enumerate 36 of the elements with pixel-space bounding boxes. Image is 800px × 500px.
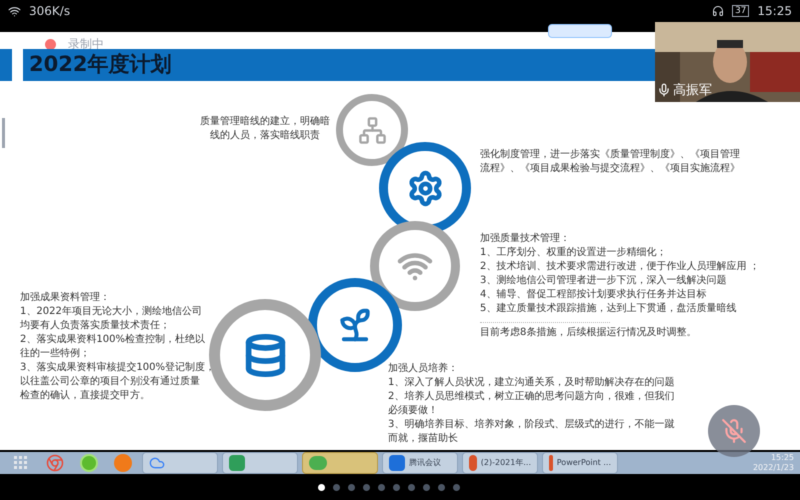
gear-icon: [406, 170, 444, 206]
app-grid-icon[interactable]: [14, 456, 28, 470]
note-text: 质量管理暗线的建立，明确暗 线的人员，落实暗线职责: [199, 115, 331, 143]
summary-text: 目前考虑8条措施，后续根据运行情况及时调整。: [480, 326, 698, 340]
mic-off-icon: [721, 418, 747, 444]
taskbar-button[interactable]: [302, 452, 378, 474]
note-text: 强化制度管理，进一步落实《质量管理制度》、《项目管理 流程》、《项目成果检验与提交流程》、《项目实施流程》: [480, 148, 741, 176]
taskbar-date: 2022/1/23: [752, 463, 794, 473]
clock: 15:25: [757, 3, 792, 20]
list-text: 加强成果资料管理： 1、2022年项目无论大小，测绘地信公司 均要有人负责落实质量技术责任； 2、落实成果资料100%检查控制，杜绝以 往的一些特例； 3、落实成果资料审核提交100%登记制度， 以往盖公司公章的项目个别没有通过质量 检查的确认，直接提交甲方。: [20, 291, 216, 403]
app-icon[interactable]: [114, 454, 132, 472]
cloud-icon: [149, 455, 165, 471]
headphones-icon: [712, 5, 724, 17]
battery-indicator: 37: [732, 5, 750, 17]
wifi-icon: [8, 4, 21, 18]
taskbar-button[interactable]: (2)-2021年...: [462, 452, 538, 474]
document-icon: [229, 455, 245, 471]
network-speed: 306K/s: [29, 3, 70, 20]
list-text: 加强质量技术管理： 1、工序划分、权重的设置进一步精细化； 2、技术培训、技术要求需进行改进，便于作业人员理解应用 ； 3、测绘地信公司管理者进一步下沉，深入一线解决问题 4、辅导、督促工程部按计划要求执行任务并达目标 5、建立质量技术跟踪措施，达到上下贯通，盘活质量暗线: [480, 232, 761, 316]
taskbar-button[interactable]: [222, 452, 298, 474]
title-bar-edge: [0, 49, 12, 81]
list-text: 加强人员培养： 1、深入了解人员状况，建立沟通关系，及时帮助解决存在的问题 2、培养人员思维模式，树立正确的思考问题方向，很难，但我们 必须要做！ 3、明确培养目标、培养对象，阶段式、层级式的进行，不能一蹴 而就，揠苗助长: [388, 362, 676, 446]
recording-label: 录制中: [68, 36, 104, 53]
meeting-icon: [389, 455, 405, 471]
hierarchy-icon: [358, 116, 386, 144]
participant-name: 高振军: [673, 82, 712, 100]
app-icon[interactable]: [80, 454, 98, 472]
taskbar-button[interactable]: [142, 452, 218, 474]
taskbar-button[interactable]: PowerPoint ...: [542, 452, 618, 474]
slides-icon: [549, 455, 553, 471]
slide-title: 2022年度计划: [29, 51, 172, 78]
chat-icon: [309, 456, 327, 470]
slides-icon: [469, 455, 477, 471]
browser-icon[interactable]: [46, 454, 64, 472]
taskbar-time: 15:25: [770, 453, 794, 463]
taskbar-button[interactable]: 腾讯会议: [382, 452, 458, 474]
